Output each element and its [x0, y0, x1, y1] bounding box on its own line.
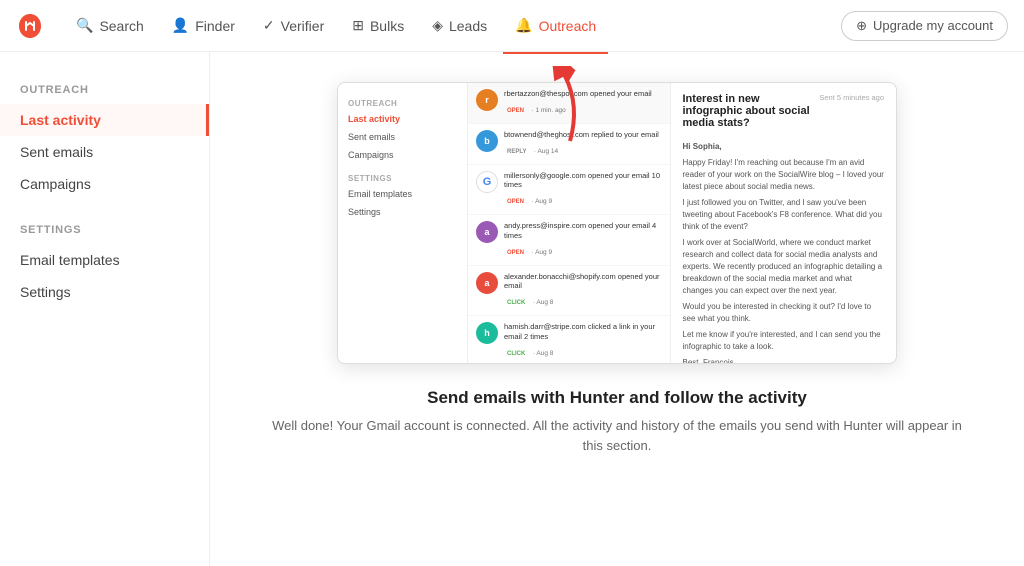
sidebar-item-settings[interactable]: Settings — [0, 276, 209, 308]
preview-nav-email-templates[interactable]: Email templates — [338, 185, 467, 203]
item-info: alexander.bonacchi@shopify.com opened yo… — [504, 272, 662, 310]
list-item[interactable]: G millersonly@google.com opened your ema… — [468, 165, 670, 216]
list-item[interactable]: a alexander.bonacchi@shopify.com opened … — [468, 266, 670, 317]
bulks-icon: ⊞ — [352, 17, 364, 34]
sidebar-item-sent-emails[interactable]: Sent emails — [0, 136, 209, 168]
status-badge: OPEN — [504, 107, 527, 115]
outreach-icon: 🔔 — [515, 17, 532, 34]
email-subject: Interest in new infographic about social… — [683, 93, 816, 129]
search-nav-icon: 🔍 — [76, 17, 93, 34]
sidebar: OUTREACH Last activity Sent emails Campa… — [0, 52, 210, 566]
preview-nav-campaigns[interactable]: Campaigns — [338, 146, 467, 164]
nav-verifier[interactable]: ✓ Verifier — [251, 11, 336, 40]
list-item[interactable]: b btownend@theghost.com replied to your … — [468, 124, 670, 165]
sidebar-section-settings: SETTINGS — [0, 224, 209, 244]
nav-outreach[interactable]: 🔔 Outreach — [503, 11, 608, 40]
sidebar-item-email-templates[interactable]: Email templates — [0, 244, 209, 276]
sidebar-item-campaigns[interactable]: Campaigns — [0, 168, 209, 200]
nav-finder[interactable]: 👤 Finder — [160, 11, 247, 40]
verifier-icon: ✓ — [263, 17, 275, 34]
preview-section-outreach: OUTREACH — [338, 95, 467, 110]
status-badge: CLICK — [504, 299, 528, 307]
list-item[interactable]: a andy.press@inspire.com opened your ema… — [468, 215, 670, 266]
status-badge: REPLY — [504, 148, 529, 156]
nav-leads[interactable]: ◈ Leads — [420, 11, 499, 40]
sent-time: Sent 5 minutes ago — [819, 93, 884, 102]
leads-icon: ◈ — [432, 17, 443, 34]
upgrade-button[interactable]: ⊕ Upgrade my account — [841, 11, 1008, 41]
item-info: andy.press@inspire.com opened your email… — [504, 221, 662, 259]
preview-nav-settings[interactable]: Settings — [338, 203, 467, 221]
nav-search[interactable]: 🔍 Search — [64, 11, 156, 40]
bottom-title: Send emails with Hunter and follow the a… — [270, 388, 964, 408]
sidebar-section-outreach: OUTREACH — [0, 84, 209, 104]
finder-icon: 👤 — [172, 17, 189, 34]
status-badge: CLICK — [504, 350, 528, 358]
item-info: millersonly@google.com opened your email… — [504, 171, 662, 209]
top-navigation: 🔍 Search 👤 Finder ✓ Verifier ⊞ Bulks ◈ L… — [0, 0, 1024, 52]
avatar: h — [476, 322, 498, 344]
email-body: Hi Sophia, Happy Friday! I'm reaching ou… — [683, 141, 885, 363]
list-item[interactable]: r rbertazzon@thespot.com opened your ema… — [468, 83, 670, 124]
upgrade-circle-icon: ⊕ — [856, 18, 867, 34]
preview-nav-sent-emails[interactable]: Sent emails — [338, 128, 467, 146]
nav-bulks[interactable]: ⊞ Bulks — [340, 11, 416, 40]
preview-nav-last-activity[interactable]: Last activity — [338, 110, 467, 128]
status-badge: OPEN — [504, 249, 527, 257]
preview-email-detail: Interest in new infographic about social… — [671, 83, 897, 363]
logo[interactable] — [16, 12, 44, 40]
preview-inner-sidebar: OUTREACH Last activity Sent emails Campa… — [338, 83, 468, 363]
sidebar-item-last-activity[interactable]: Last activity — [0, 104, 209, 136]
avatar: r — [476, 89, 498, 111]
content-area: OUTREACH Last activity Sent emails Campa… — [210, 52, 1024, 566]
bottom-section: Send emails with Hunter and follow the a… — [230, 388, 1004, 455]
item-info: btownend@theghost.com replied to your em… — [504, 130, 662, 158]
avatar: a — [476, 272, 498, 294]
item-info: hamish.darr@stripe.com clicked a link in… — [504, 322, 662, 360]
preview-activity-list: r rbertazzon@thespot.com opened your ema… — [468, 83, 671, 363]
avatar: a — [476, 221, 498, 243]
main-layout: OUTREACH Last activity Sent emails Campa… — [0, 52, 1024, 566]
bottom-description: Well done! Your Gmail account is connect… — [270, 416, 964, 455]
nav-items: 🔍 Search 👤 Finder ✓ Verifier ⊞ Bulks ◈ L… — [64, 11, 841, 40]
list-item[interactable]: h hamish.darr@stripe.com clicked a link … — [468, 316, 670, 363]
avatar: b — [476, 130, 498, 152]
preview-section-settings: SETTINGS — [338, 170, 467, 185]
google-avatar: G — [476, 171, 498, 193]
item-info: rbertazzon@thespot.com opened your email… — [504, 89, 662, 117]
preview-card: OUTREACH Last activity Sent emails Campa… — [337, 82, 897, 364]
status-badge: OPEN — [504, 198, 527, 206]
